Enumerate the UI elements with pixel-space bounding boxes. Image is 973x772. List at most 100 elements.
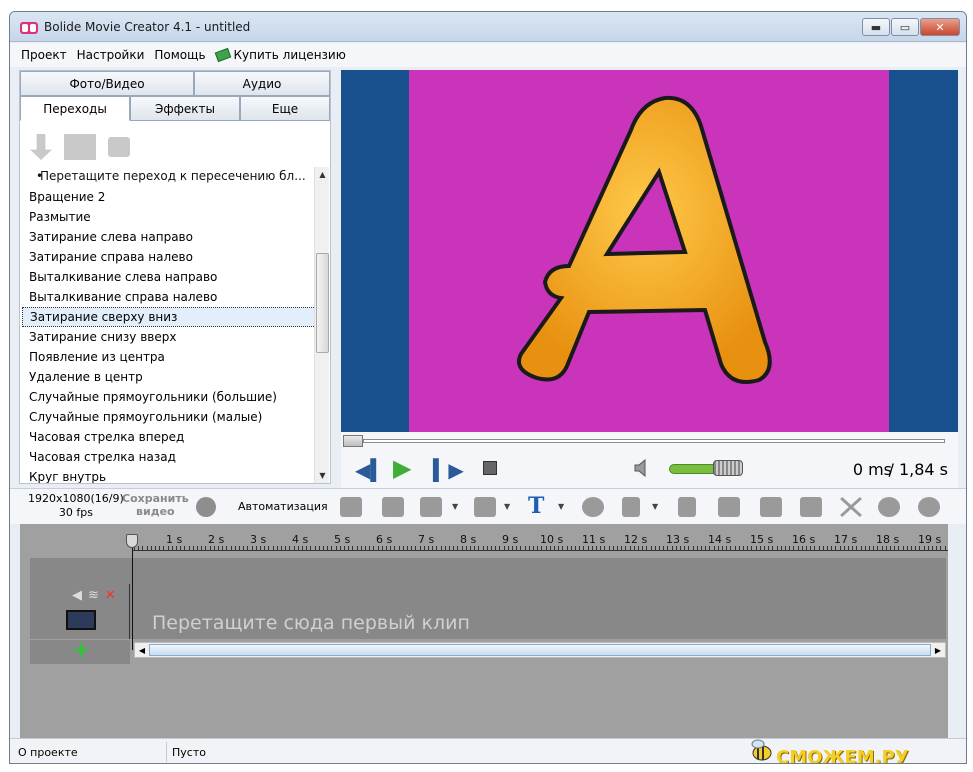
ruler-minor-tick bbox=[911, 546, 912, 550]
playhead-handle[interactable] bbox=[126, 534, 138, 548]
ruler-minor-tick bbox=[180, 546, 182, 550]
random-icon[interactable] bbox=[108, 137, 130, 157]
chevron-down-icon[interactable]: ▼ bbox=[504, 502, 510, 511]
scroll-down-icon[interactable]: ▼ bbox=[315, 468, 330, 483]
scroll-thumb[interactable] bbox=[316, 253, 329, 353]
minimize-button[interactable]: ▬ bbox=[862, 18, 890, 36]
copy-icon[interactable] bbox=[760, 497, 782, 517]
watermark-logo: СМОЖЕМ.РУ bbox=[776, 747, 909, 764]
status-separator bbox=[166, 742, 167, 762]
list-item[interactable]: Выталкивание справа налево bbox=[22, 287, 316, 307]
collapse-icon[interactable]: ≋ bbox=[88, 588, 99, 603]
ruler-minor-tick bbox=[839, 546, 841, 550]
zoom-in-icon[interactable] bbox=[878, 497, 900, 517]
list-item[interactable]: Появление из центра bbox=[22, 347, 316, 367]
brightness-icon[interactable] bbox=[582, 497, 604, 517]
insert-icon[interactable] bbox=[718, 497, 740, 517]
next-frame-icon[interactable]: ▍▶ bbox=[433, 458, 464, 482]
chevron-down-icon[interactable]: ▼ bbox=[452, 502, 458, 511]
tab-photo-video[interactable]: Фото/Видео bbox=[20, 71, 194, 96]
scroll-up-icon[interactable]: ▲ bbox=[315, 167, 330, 182]
tab-effects[interactable]: Эффекты bbox=[130, 96, 240, 121]
project-format[interactable]: 1920x1080(16/9) 30 fps bbox=[28, 492, 124, 520]
list-item[interactable]: Часовая стрелка назад bbox=[22, 447, 316, 467]
automation-button[interactable]: Автоматизация bbox=[238, 500, 328, 513]
maximize-button[interactable]: ▭ bbox=[891, 18, 919, 36]
mute-track-icon[interactable]: ◀ bbox=[72, 588, 82, 603]
status-about[interactable]: О проекте bbox=[18, 746, 78, 759]
seek-thumb[interactable] bbox=[343, 435, 363, 447]
list-item[interactable]: Затирание справа налево bbox=[22, 247, 316, 267]
record-icon[interactable] bbox=[196, 497, 216, 517]
list-scrollbar[interactable]: ▲ ▼ bbox=[314, 167, 329, 483]
ruler-minor-tick bbox=[171, 546, 173, 550]
chevron-down-icon[interactable]: ▼ bbox=[652, 502, 658, 511]
ruler-minor-tick bbox=[314, 546, 316, 550]
money-icon bbox=[214, 47, 231, 63]
menu-settings[interactable]: Настройки bbox=[72, 48, 150, 62]
close-button[interactable]: ✕ bbox=[920, 18, 960, 36]
stop-icon[interactable] bbox=[483, 461, 497, 475]
list-item[interactable]: Круг внутрь bbox=[22, 467, 316, 483]
text-icon[interactable]: T bbox=[528, 493, 550, 519]
list-item[interactable]: Затирание слева направо bbox=[22, 227, 316, 247]
crop-icon[interactable] bbox=[382, 497, 404, 517]
ruler-minor-tick bbox=[465, 546, 467, 550]
split-icon[interactable] bbox=[340, 497, 362, 517]
scroll-right-icon[interactable]: ▶ bbox=[931, 643, 945, 657]
seek-track[interactable] bbox=[363, 439, 945, 443]
list-item[interactable]: Затирание снизу вверх bbox=[22, 327, 316, 347]
tab-audio[interactable]: Аудио bbox=[194, 71, 330, 96]
tick-label: 12 s bbox=[624, 533, 648, 546]
seek-bar[interactable] bbox=[341, 432, 958, 450]
menu-buy-license[interactable]: Купить лицензию bbox=[211, 47, 351, 63]
chevron-down-icon[interactable]: ▼ bbox=[558, 502, 564, 511]
tab-transitions[interactable]: Переходы bbox=[20, 96, 130, 121]
ruler-minor-tick bbox=[822, 546, 824, 550]
arrow-down-icon[interactable] bbox=[30, 134, 52, 160]
save-video-button[interactable]: Сохранить видео bbox=[122, 492, 189, 518]
list-item-selected[interactable]: Затирание сверху вниз bbox=[22, 307, 316, 327]
menu-help[interactable]: Помощь bbox=[149, 48, 210, 62]
zoom-out-icon[interactable] bbox=[918, 497, 940, 517]
list-item[interactable]: Случайные прямоугольники (большие) bbox=[22, 387, 316, 407]
list-item[interactable]: Удаление в центр bbox=[22, 367, 316, 387]
paste-icon[interactable] bbox=[800, 497, 822, 517]
time-ruler[interactable]: 1 s 2 s 3 s 4 s 5 s 6 s 7 s 8 s 9 s 10 s… bbox=[20, 524, 948, 558]
speaker-icon[interactable] bbox=[634, 459, 650, 477]
audio-volume-icon[interactable] bbox=[420, 497, 442, 517]
status-state: Пусто bbox=[172, 746, 206, 759]
apply-all-icon[interactable] bbox=[64, 134, 96, 160]
track-empty-row[interactable] bbox=[30, 558, 946, 584]
add-track-button[interactable]: + bbox=[72, 638, 90, 663]
prev-frame-icon[interactable]: ◀▍ bbox=[355, 458, 386, 482]
tab-more[interactable]: Еще bbox=[240, 96, 330, 121]
timeline-scroll-thumb[interactable] bbox=[149, 644, 931, 656]
film-icon[interactable] bbox=[474, 497, 496, 517]
play-icon[interactable]: ▶ bbox=[393, 454, 411, 482]
delete-icon[interactable] bbox=[840, 497, 862, 517]
ruler-minor-tick bbox=[209, 546, 211, 550]
list-item[interactable]: Вращение 2 bbox=[22, 187, 316, 207]
ruler-minor-tick bbox=[167, 546, 169, 550]
close-track-icon[interactable]: ✕ bbox=[105, 588, 116, 603]
ruler-minor-tick bbox=[659, 546, 660, 550]
preview-area bbox=[341, 70, 958, 432]
ruler-minor-tick bbox=[411, 546, 413, 550]
ruler-minor-tick bbox=[730, 546, 732, 550]
list-item[interactable]: Размытие bbox=[22, 207, 316, 227]
ruler-minor-tick bbox=[327, 546, 329, 550]
rotate-left-icon[interactable] bbox=[622, 497, 640, 517]
ruler-minor-tick bbox=[927, 546, 929, 550]
scroll-left-icon[interactable]: ◀ bbox=[135, 643, 149, 657]
redo-icon[interactable] bbox=[678, 497, 696, 517]
menu-project[interactable]: Проект bbox=[16, 48, 72, 62]
volume-knob[interactable] bbox=[713, 460, 743, 476]
list-item[interactable]: Случайные прямоугольники (малые) bbox=[22, 407, 316, 427]
drop-clip-hint: Перетащите сюда первый клип bbox=[152, 612, 470, 634]
timeline-scrollbar[interactable]: ◀ ▶ bbox=[134, 642, 946, 658]
ruler-minor-tick bbox=[222, 546, 224, 550]
ruler-minor-tick bbox=[898, 546, 900, 550]
list-item[interactable]: Часовая стрелка вперед bbox=[22, 427, 316, 447]
list-item[interactable]: Выталкивание слева направо bbox=[22, 267, 316, 287]
